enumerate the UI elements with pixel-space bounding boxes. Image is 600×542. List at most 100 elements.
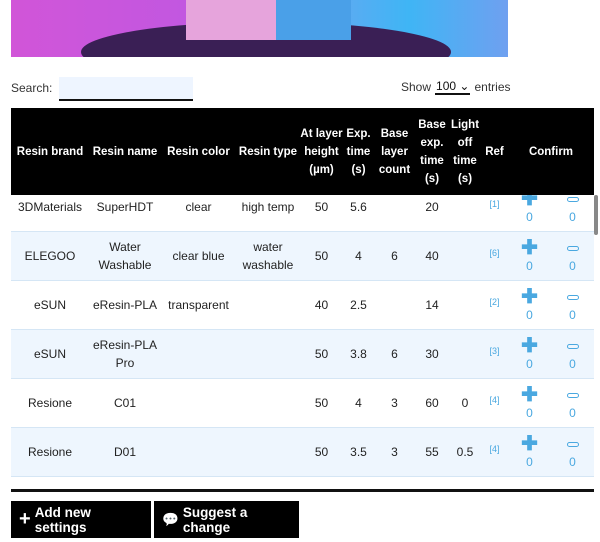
plus-icon: + bbox=[19, 508, 31, 530]
cell-type bbox=[236, 379, 300, 427]
up-count: 0 bbox=[526, 357, 533, 371]
entries-value: 100 bbox=[436, 79, 457, 93]
confirm-down-button[interactable]: 0 bbox=[551, 428, 594, 476]
minus-icon bbox=[566, 392, 579, 398]
confirm-up-button[interactable]: ✚ 0 bbox=[508, 379, 551, 427]
col-base-exp-time[interactable]: Base exp. time (s) bbox=[415, 108, 449, 195]
cell-color: transparent bbox=[168, 298, 229, 312]
cell-exp: 2.5 bbox=[350, 298, 367, 312]
up-count: 0 bbox=[526, 455, 533, 469]
cell-light-off: 0 bbox=[461, 396, 469, 410]
col-resin-type[interactable]: Resin type bbox=[236, 108, 300, 195]
search-input[interactable] bbox=[59, 77, 193, 101]
cell-exp: 4 bbox=[355, 396, 362, 410]
table-row: Resione D01 50 3.5 3 55 0.5 [4] ✚ 0 0 bbox=[11, 428, 594, 477]
confirm-up-button[interactable]: ✚ 0 bbox=[508, 232, 551, 280]
confirm-down-button[interactable]: 0 bbox=[551, 232, 594, 280]
cell-brand: eSUN bbox=[33, 347, 66, 361]
show-suffix: entries bbox=[474, 80, 511, 94]
minus-icon bbox=[566, 343, 579, 349]
plus-icon: ✚ bbox=[521, 286, 538, 308]
minus-icon bbox=[566, 294, 579, 300]
cell-base-count bbox=[374, 281, 415, 329]
cell-base-exp: 14 bbox=[425, 298, 439, 312]
add-new-settings-button[interactable]: + Add new settings bbox=[11, 501, 151, 538]
up-count: 0 bbox=[526, 406, 533, 420]
table-body: 3DMaterials SuperHDT clear high temp 50 5.6 20… bbox=[11, 183, 594, 489]
speech-bubble-icon: 💬 bbox=[162, 511, 179, 527]
cell-exp: 3.5 bbox=[350, 445, 367, 459]
ref-link[interactable]: [3] bbox=[481, 330, 508, 378]
ref-link[interactable]: [6] bbox=[481, 232, 508, 280]
col-base-layer-count[interactable]: Base layer count bbox=[374, 108, 415, 195]
cell-base-count: 3 bbox=[391, 445, 398, 459]
table-scrollbar[interactable] bbox=[594, 195, 598, 235]
cell-layer: 40 bbox=[314, 298, 329, 312]
cell-color bbox=[161, 428, 236, 476]
cell-base-exp: 40 bbox=[425, 249, 439, 263]
ref-link[interactable]: [4] bbox=[481, 379, 508, 427]
cell-color bbox=[161, 330, 236, 378]
cell-base-count: 6 bbox=[391, 347, 398, 361]
confirm-up-button[interactable]: ✚ 0 bbox=[508, 281, 551, 329]
cell-light-off: 0.5 bbox=[456, 445, 474, 459]
plus-icon: ✚ bbox=[521, 237, 538, 259]
cell-base-exp: 60 bbox=[425, 396, 439, 410]
confirm-up-button[interactable]: ✚ 0 bbox=[508, 330, 551, 378]
confirm-down-button[interactable]: 0 bbox=[551, 330, 594, 378]
cell-layer: 50 bbox=[314, 347, 329, 361]
col-exp-time[interactable]: Exp. time (s) bbox=[343, 108, 374, 195]
down-count: 0 bbox=[569, 405, 576, 420]
cell-name: Water Washable bbox=[98, 240, 152, 272]
minus-icon bbox=[566, 196, 579, 202]
cell-exp: 3.8 bbox=[350, 347, 367, 361]
col-resin-color[interactable]: Resin color bbox=[161, 108, 236, 195]
table-row: Resione C01 50 4 3 60 0 [4] ✚ 0 0 bbox=[11, 379, 594, 428]
cell-color: clear blue bbox=[172, 249, 225, 263]
col-confirm: Confirm bbox=[528, 145, 574, 158]
col-light-off-time[interactable]: Light off time (s) bbox=[449, 108, 481, 195]
down-count: 0 bbox=[569, 454, 576, 469]
cell-light-off bbox=[449, 232, 481, 280]
down-count: 0 bbox=[569, 258, 576, 273]
resin-settings-table: Resin brand Resin name Resin color Resin… bbox=[11, 108, 594, 492]
down-count: 0 bbox=[569, 307, 576, 322]
cell-name: C01 bbox=[113, 396, 136, 410]
confirm-up-button[interactable]: ✚ 0 bbox=[508, 428, 551, 476]
cell-base-exp: 30 bbox=[425, 347, 439, 361]
confirm-down-button[interactable]: 0 bbox=[551, 379, 594, 427]
up-count: 0 bbox=[526, 308, 533, 322]
table-header: Resin brand Resin name Resin color Resin… bbox=[11, 108, 594, 195]
entries-select[interactable]: 100 ⌄ bbox=[435, 79, 471, 95]
down-count: 0 bbox=[569, 356, 576, 371]
cell-brand: Resione bbox=[27, 445, 73, 459]
table-row: eSUN eResin-PLA transparent 40 2.5 14 [2] ✚ 0 0 bbox=[11, 281, 594, 330]
plus-icon: ✚ bbox=[521, 384, 538, 406]
chevron-down-icon: ⌄ bbox=[459, 79, 470, 93]
down-count: 0 bbox=[569, 209, 576, 224]
suggest-change-button[interactable]: 💬 Suggest a change bbox=[154, 501, 299, 538]
minus-icon bbox=[566, 245, 579, 251]
cell-type bbox=[236, 428, 300, 476]
cell-brand: Resione bbox=[27, 396, 73, 410]
ref-link[interactable]: [4] bbox=[481, 428, 508, 476]
cell-name: eResin-PLA Pro bbox=[92, 338, 158, 370]
confirm-down-button[interactable]: 0 bbox=[551, 281, 594, 329]
cell-type bbox=[236, 281, 300, 329]
up-count: 0 bbox=[526, 210, 533, 224]
col-resin-brand[interactable]: Resin brand bbox=[11, 108, 89, 195]
up-count: 0 bbox=[526, 259, 533, 273]
cell-light-off bbox=[449, 281, 481, 329]
suggest-label: Suggest a change bbox=[182, 504, 248, 535]
table-row: ELEGOO Water Washable clear blue water wash… bbox=[11, 232, 594, 281]
cell-layer: 50 bbox=[314, 396, 329, 410]
col-ref[interactable]: Ref bbox=[481, 108, 508, 195]
cell-brand: eSUN bbox=[33, 298, 66, 312]
search-label: Search: bbox=[11, 81, 53, 95]
add-label: Add new settings bbox=[34, 504, 91, 535]
col-layer-height[interactable]: At layer height (µm) bbox=[300, 108, 343, 195]
ref-link[interactable]: [2] bbox=[481, 281, 508, 329]
show-prefix: Show bbox=[401, 80, 432, 94]
col-resin-name[interactable]: Resin name bbox=[89, 108, 161, 195]
cell-layer: 50 bbox=[314, 445, 329, 459]
